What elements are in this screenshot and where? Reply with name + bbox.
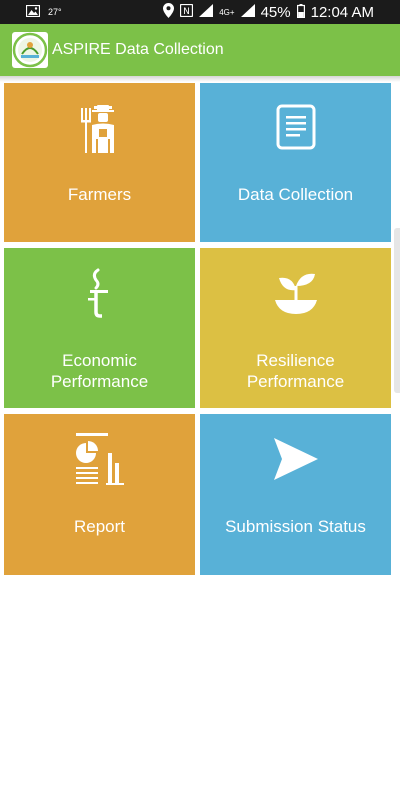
temperature-text: 27°	[48, 7, 62, 17]
status-bar-left: 27°	[25, 0, 62, 24]
svg-text:N: N	[183, 7, 190, 17]
sprout-icon	[273, 270, 319, 321]
tile-resilience-performance[interactable]: Resilience Performance	[200, 248, 391, 408]
nfc-icon: N	[180, 3, 194, 20]
location-icon	[163, 3, 175, 21]
wifi-signal-icon	[199, 4, 214, 20]
document-icon	[276, 104, 316, 155]
tile-submission-status[interactable]: Submission Status	[200, 414, 391, 575]
app-logo	[12, 32, 48, 68]
clock-time: 12:04 AM	[310, 3, 374, 21]
network-type-text: 4G+	[219, 7, 235, 17]
tile-submission-status-label: Submission Status	[225, 517, 366, 536]
tile-farmers[interactable]: Farmers	[4, 83, 195, 242]
app-title: ASPIRE Data Collection	[52, 41, 224, 58]
tile-economic-performance[interactable]: Economic Performance	[4, 248, 195, 408]
tile-farmers-label: Farmers	[67, 185, 132, 204]
app-bar-shadow	[0, 76, 400, 82]
tile-resilience-performance-label: Resilience Performance	[246, 351, 345, 391]
scroll-indicator[interactable]	[394, 228, 400, 393]
tile-report[interactable]: Report	[4, 414, 195, 575]
battery-icon	[296, 3, 305, 21]
riel-currency-icon	[86, 268, 112, 323]
battery-percent: 45%	[260, 3, 291, 21]
status-bar: 27° N 4G+ 45% 12:04 AM	[0, 0, 400, 24]
image-notification-icon	[25, 4, 41, 20]
tile-data-collection-label: Data Collection	[237, 185, 354, 204]
app-bar: ASPIRE Data Collection	[0, 24, 400, 76]
tile-economic-performance-label: Economic Performance	[50, 351, 149, 391]
send-icon	[272, 436, 320, 487]
tile-data-collection[interactable]: Data Collection	[200, 83, 391, 242]
report-chart-icon	[76, 433, 124, 490]
cell-signal-icon	[240, 4, 255, 20]
status-bar-right: N 4G+ 45% 12:04 AM	[163, 0, 374, 24]
farmer-icon	[77, 105, 123, 158]
tile-report-label: Report	[73, 517, 126, 536]
